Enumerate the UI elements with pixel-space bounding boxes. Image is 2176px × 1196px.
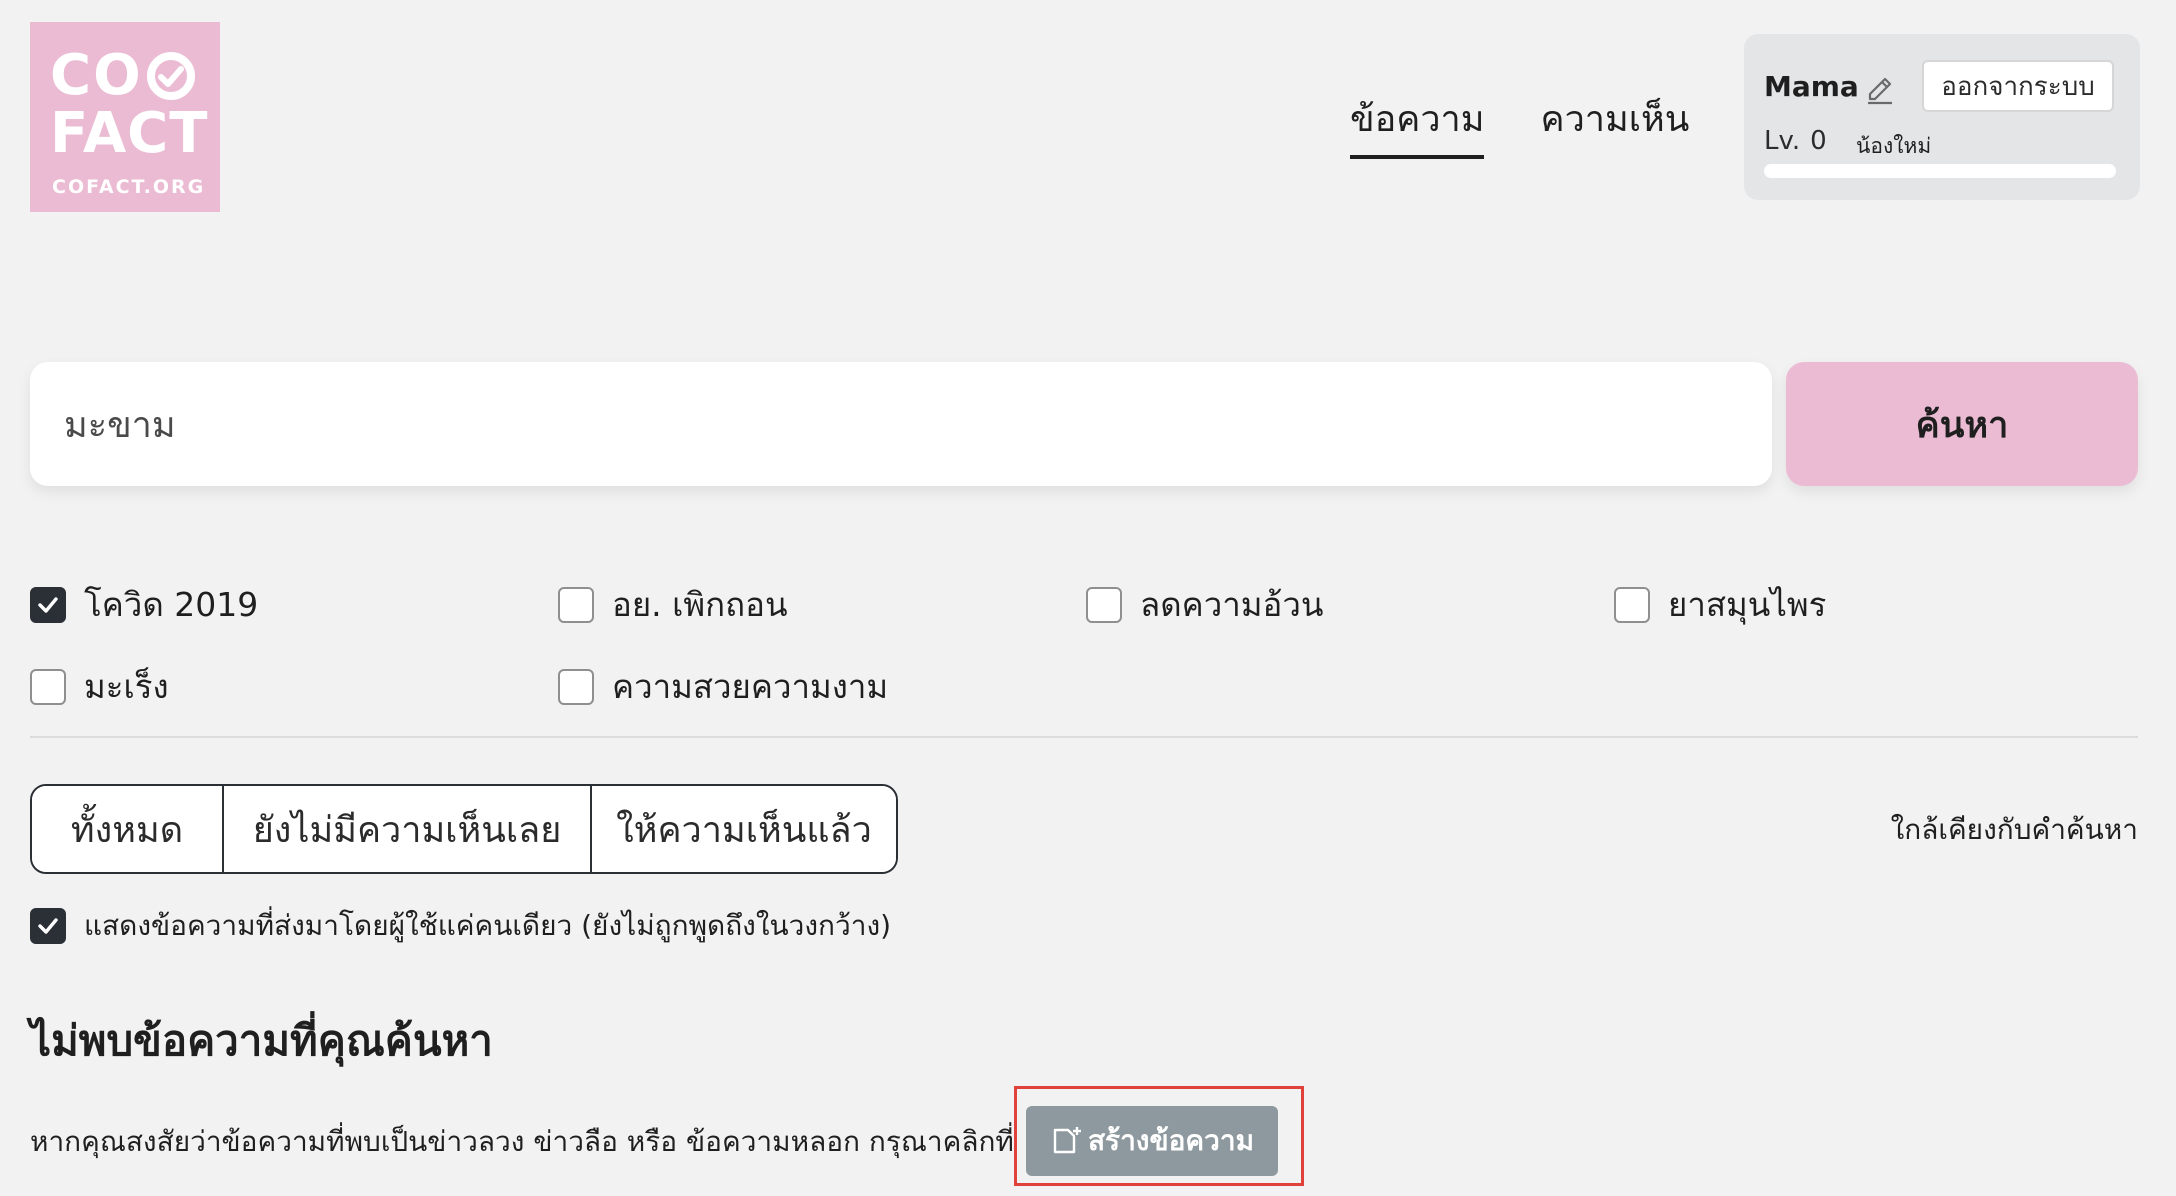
create-article-button[interactable]: สร้างข้อความ — [1026, 1106, 1278, 1176]
level-prefix: Lv. — [1764, 126, 1801, 156]
pencil-icon[interactable] — [1862, 72, 1898, 108]
level-progress-bar — [1764, 164, 2116, 178]
filter-cancer[interactable]: มะเร็ง — [30, 660, 169, 713]
create-article-label: สร้างข้อความ — [1087, 1124, 1255, 1157]
check-circle-icon — [146, 52, 195, 100]
filter-label: ยาสมุนไพร — [1668, 585, 1827, 624]
empty-state-title: ไม่พบข้อความที่คุณค้นหา — [30, 1016, 493, 1065]
divider — [30, 736, 2138, 738]
search-box — [30, 362, 1772, 486]
filter-label: อย. เพิกถอน — [612, 585, 788, 624]
user-name: Mama — [1764, 70, 1859, 103]
logo-text-fact: FACT — [50, 101, 209, 166]
filter-label: ความสวยความงาม — [612, 667, 889, 706]
filter-label: ลดความอ้วน — [1140, 585, 1324, 624]
sort-dropdown[interactable]: ใกล้เคียงกับคำค้นหา — [1891, 808, 2138, 852]
cofact-logo[interactable]: CO FACT COFACT.ORG — [30, 22, 220, 212]
checkbox[interactable] — [30, 586, 66, 623]
tab-replied[interactable]: ให้ความเห็นแล้ว — [590, 786, 896, 872]
filter-covid19[interactable]: โควิด 2019 — [30, 578, 258, 631]
checkbox[interactable] — [558, 668, 594, 705]
checkbox[interactable] — [558, 586, 594, 623]
filter-label: มะเร็ง — [84, 667, 169, 706]
filter-herbal-medicine[interactable]: ยาสมุนไพร — [1614, 578, 1826, 631]
search-button[interactable]: ค้นหา — [1786, 362, 2138, 486]
checkbox[interactable] — [1086, 586, 1122, 623]
new-document-icon — [1053, 1127, 1081, 1154]
filter-beauty[interactable]: ความสวยความงาม — [558, 660, 888, 713]
search-input[interactable] — [62, 402, 1772, 446]
single-user-filter-label: แสดงข้อความที่ส่งมาโดยผู้ใช้แค่คนเดียว (… — [84, 909, 892, 942]
reply-status-tabs: ทั้งหมด ยังไม่มีความเห็นเลย ให้ความเห็นแ… — [30, 784, 898, 874]
checkbox[interactable] — [30, 668, 66, 705]
user-rank: น้องใหม่ — [1856, 134, 1932, 158]
tab-no-replies[interactable]: ยังไม่มีความเห็นเลย — [222, 786, 590, 872]
logout-button[interactable]: ออกจากระบบ — [1922, 60, 2114, 112]
checkbox[interactable] — [30, 908, 66, 944]
topic-filters: โควิด 2019 อย. เพิกถอน ลดความอ้วน ยาสมุน… — [30, 578, 2140, 718]
empty-state-description: หากคุณสงสัยว่าข้อความที่พบเป็นข่าวลวง ข่… — [30, 1125, 1014, 1158]
checkmark-icon — [38, 596, 58, 613]
filter-label: โควิด 2019 — [84, 585, 259, 624]
checkmark-icon — [38, 918, 58, 934]
tab-all[interactable]: ทั้งหมด — [32, 786, 222, 872]
nav-messages[interactable]: ข้อความ — [1350, 90, 1485, 159]
single-user-filter[interactable]: แสดงข้อความที่ส่งมาโดยผู้ใช้แค่คนเดียว (… — [30, 904, 891, 948]
level-number: 0 — [1810, 126, 1827, 156]
main-nav: ข้อความ ความเห็น — [1350, 90, 1689, 159]
user-level: Lv. 0 — [1764, 126, 1827, 156]
filter-fda-revoked[interactable]: อย. เพิกถอน — [558, 578, 788, 631]
logo-text-domain: COFACT.ORG — [52, 176, 206, 198]
nav-replies[interactable]: ความเห็น — [1540, 90, 1689, 159]
logo-text-co: CO — [50, 43, 143, 108]
filter-weight-loss[interactable]: ลดความอ้วน — [1086, 578, 1323, 631]
user-card: Mama ออกจากระบบ Lv. 0 น้องใหม่ — [1744, 34, 2140, 200]
checkbox[interactable] — [1614, 586, 1650, 623]
